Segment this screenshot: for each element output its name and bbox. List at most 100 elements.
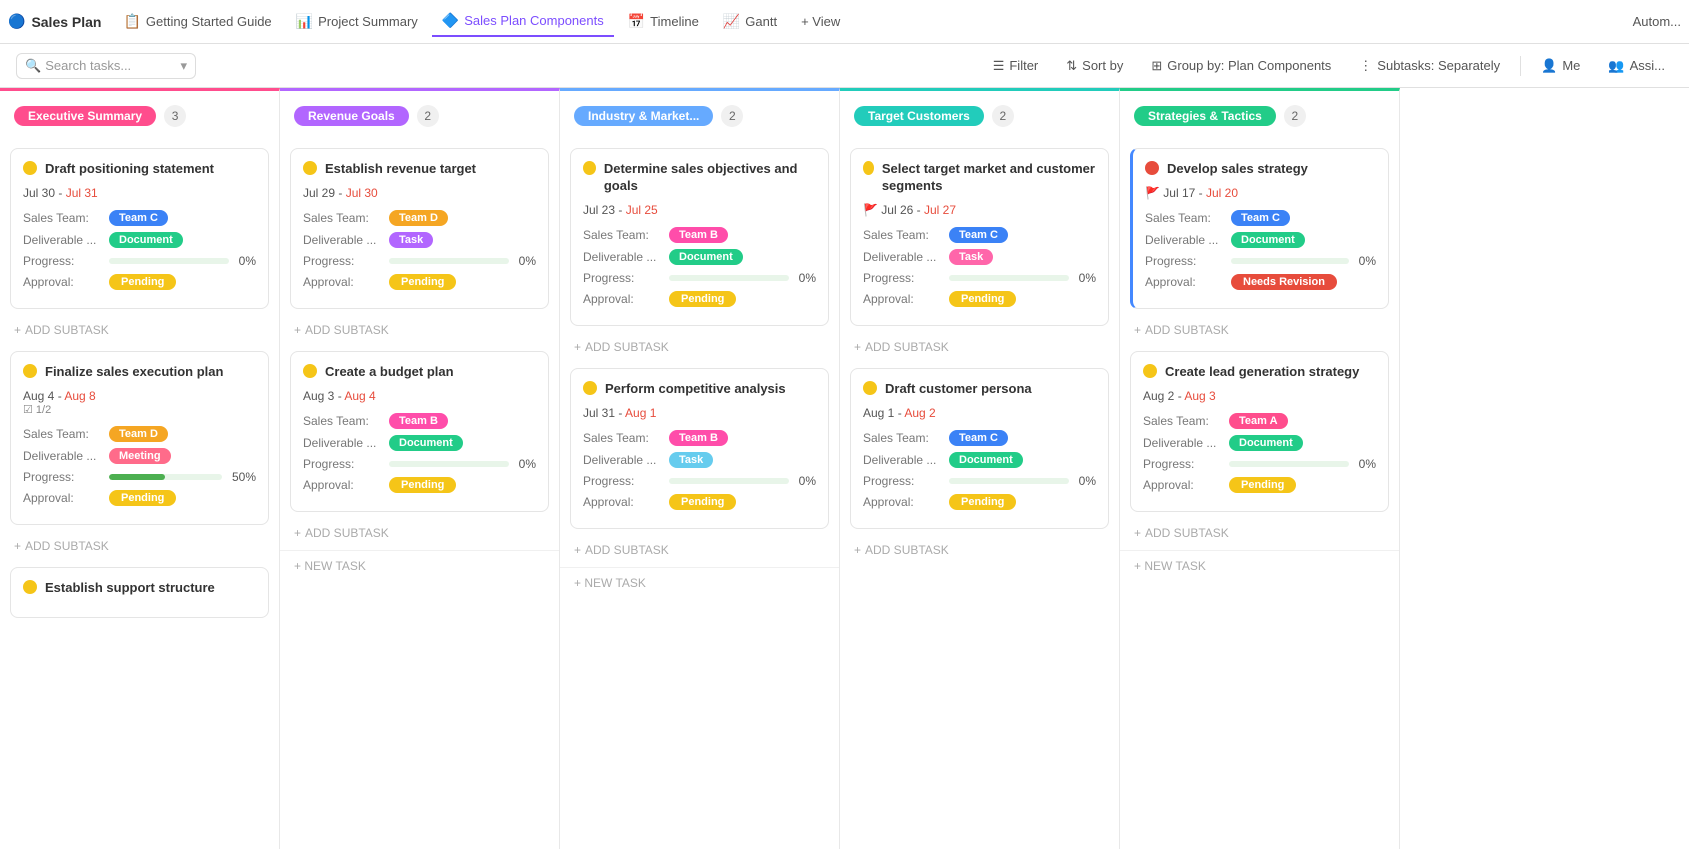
card[interactable]: Establish revenue target Jul 29 - Jul 30… <box>290 148 549 309</box>
deliverable-badge[interactable]: Document <box>389 435 463 451</box>
approval-badge[interactable]: Pending <box>109 490 176 506</box>
subtasks-button[interactable]: ⋮ Subtasks: Separately <box>1351 54 1508 78</box>
tab-gantt[interactable]: 📈 Gantt <box>713 7 787 36</box>
approval-badge[interactable]: Pending <box>1229 477 1296 493</box>
tab-timeline[interactable]: 📅 Timeline <box>618 7 709 36</box>
team-badge[interactable]: Team C <box>1231 210 1290 226</box>
card-partial[interactable]: Establish support structure <box>10 567 269 618</box>
deliverable-row: Deliverable ... Document <box>1145 232 1376 248</box>
add-subtask-button[interactable]: + ADD SUBTASK <box>280 317 559 343</box>
add-subtask-button[interactable]: + ADD SUBTASK <box>1120 520 1399 546</box>
approval-badge[interactable]: Pending <box>949 494 1016 510</box>
progress-label: Progress: <box>303 254 383 268</box>
column-badge-strategies[interactable]: Strategies & Tactics <box>1134 106 1276 126</box>
deliverable-badge[interactable]: Task <box>389 232 433 248</box>
card-dates: 🚩 Jul 17 - Jul 20 <box>1145 186 1376 200</box>
new-task-button[interactable]: + NEW TASK <box>560 567 839 598</box>
deliverable-badge[interactable]: Task <box>949 249 993 265</box>
status-dot <box>583 161 596 175</box>
column-badge-exec[interactable]: Executive Summary <box>14 106 156 126</box>
filter-button[interactable]: ☰ Filter <box>985 54 1047 78</box>
deliverable-badge[interactable]: Document <box>1231 232 1305 248</box>
team-badge[interactable]: Team B <box>669 430 728 446</box>
progress-label: Progress: <box>23 470 103 484</box>
deliverable-badge[interactable]: Document <box>949 452 1023 468</box>
approval-badge[interactable]: Needs Revision <box>1231 274 1337 290</box>
card-title: Establish support structure <box>45 580 215 597</box>
team-badge[interactable]: Team D <box>389 210 448 226</box>
column-count-revenue: 2 <box>417 105 439 127</box>
card[interactable]: Determine sales objectives and goals Jul… <box>570 148 829 326</box>
sales-plan-icon: 🔷 <box>442 12 459 29</box>
approval-badge[interactable]: Pending <box>109 274 176 290</box>
approval-badge[interactable]: Pending <box>389 274 456 290</box>
column-badge-target[interactable]: Target Customers <box>854 106 984 126</box>
deliverable-badge[interactable]: Document <box>1229 435 1303 451</box>
search-box[interactable]: 🔍 Search tasks... ▾ <box>16 53 196 79</box>
add-subtask-button[interactable]: + ADD SUBTASK <box>280 520 559 546</box>
tab-add-view[interactable]: + View <box>791 8 850 35</box>
progress-fill <box>109 474 165 480</box>
deliverable-badge[interactable]: Document <box>669 249 743 265</box>
add-subtask-button[interactable]: + ADD SUBTASK <box>1120 317 1399 343</box>
approval-row: Approval: Pending <box>583 494 816 510</box>
team-label: Sales Team: <box>303 211 383 225</box>
tab-getting-started[interactable]: 📋 Getting Started Guide <box>113 7 281 36</box>
plus-icon: + <box>574 543 581 557</box>
search-icon: 🔍 <box>25 58 41 74</box>
card[interactable]: Perform competitive analysis Jul 31 - Au… <box>570 368 829 529</box>
approval-badge[interactable]: Pending <box>389 477 456 493</box>
status-dot <box>863 381 877 395</box>
card[interactable]: Draft positioning statement Jul 30 - Jul… <box>10 148 269 309</box>
team-badge[interactable]: Team C <box>949 430 1008 446</box>
progress-label: Progress: <box>1143 457 1223 471</box>
column-badge-revenue[interactable]: Revenue Goals <box>294 106 409 126</box>
approval-badge[interactable]: Pending <box>949 291 1016 307</box>
team-badge[interactable]: Team C <box>949 227 1008 243</box>
tab-timeline-label: Timeline <box>650 14 699 29</box>
team-badge[interactable]: Team C <box>109 210 168 226</box>
approval-badge[interactable]: Pending <box>669 291 736 307</box>
deliverable-row: Deliverable ... Task <box>863 249 1096 265</box>
approval-row: Approval: Pending <box>303 477 536 493</box>
filter-icon: ☰ <box>993 58 1005 74</box>
card[interactable]: Select target market and customer segmen… <box>850 148 1109 326</box>
card-title: Create a budget plan <box>325 364 454 381</box>
me-button[interactable]: 👤 Me <box>1533 54 1588 78</box>
deliverable-badge[interactable]: Meeting <box>109 448 171 464</box>
add-subtask-button[interactable]: + ADD SUBTASK <box>560 537 839 563</box>
team-badge[interactable]: Team B <box>389 413 448 429</box>
team-badge[interactable]: Team D <box>109 426 168 442</box>
deliverable-badge[interactable]: Document <box>109 232 183 248</box>
card[interactable]: Draft customer persona Aug 1 - Aug 2 Sal… <box>850 368 1109 529</box>
add-subtask-button[interactable]: + ADD SUBTASK <box>840 537 1119 563</box>
assign-button[interactable]: 👥 Assi... <box>1600 54 1673 78</box>
add-subtask-button[interactable]: + ADD SUBTASK <box>840 334 1119 360</box>
column-badge-industry[interactable]: Industry & Market... <box>574 106 713 126</box>
team-badge[interactable]: Team B <box>669 227 728 243</box>
card[interactable]: Finalize sales execution plan Aug 4 - Au… <box>10 351 269 525</box>
add-subtask-button[interactable]: + ADD SUBTASK <box>0 317 279 343</box>
add-subtask-button[interactable]: + ADD SUBTASK <box>0 533 279 559</box>
team-label: Sales Team: <box>23 427 103 441</box>
team-row: Sales Team: Team B <box>583 227 816 243</box>
approval-label: Approval: <box>583 292 663 306</box>
new-task-button[interactable]: + NEW TASK <box>280 550 559 581</box>
add-subtask-button[interactable]: + ADD SUBTASK <box>560 334 839 360</box>
group-button[interactable]: ⊞ Group by: Plan Components <box>1143 54 1339 78</box>
team-row: Sales Team: Team C <box>863 430 1096 446</box>
deliverable-label: Deliverable ... <box>23 449 103 463</box>
tab-project-summary[interactable]: 📊 Project Summary <box>286 7 428 36</box>
progress-row: Progress: 0% <box>1143 457 1376 471</box>
card[interactable]: Develop sales strategy 🚩 Jul 17 - Jul 20… <box>1130 148 1389 309</box>
sort-button[interactable]: ⇅ Sort by <box>1058 54 1131 78</box>
status-dot <box>1143 364 1157 378</box>
card[interactable]: Create lead generation strategy Aug 2 - … <box>1130 351 1389 512</box>
new-task-button[interactable]: + NEW TASK <box>1120 550 1399 581</box>
tab-sales-plan-components[interactable]: 🔷 Sales Plan Components <box>432 6 614 37</box>
card[interactable]: Create a budget plan Aug 3 - Aug 4 Sales… <box>290 351 549 512</box>
deliverable-row: Deliverable ... Document <box>863 452 1096 468</box>
team-badge[interactable]: Team A <box>1229 413 1288 429</box>
deliverable-badge[interactable]: Task <box>669 452 713 468</box>
approval-badge[interactable]: Pending <box>669 494 736 510</box>
